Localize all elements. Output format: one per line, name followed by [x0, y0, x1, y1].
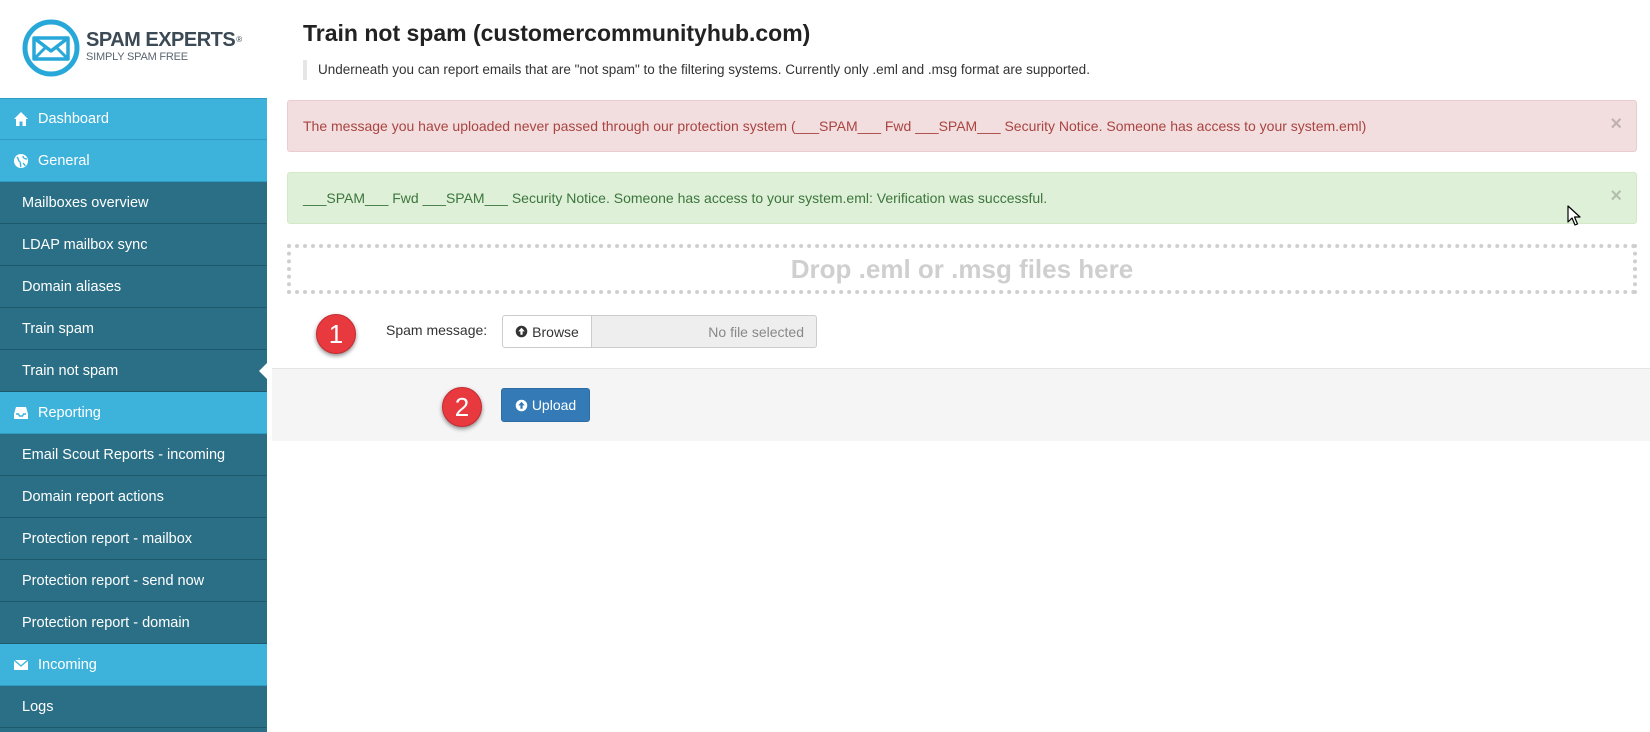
sidebar-item-email-scout-reports[interactable]: Email Scout Reports - incoming	[0, 434, 267, 476]
logo-title: SPAM EXPERTS®	[86, 29, 242, 51]
success-alert: ___SPAM___ Fwd ___SPAM___ Security Notic…	[287, 172, 1637, 224]
file-dropzone[interactable]: Drop .eml or .msg files here	[287, 244, 1637, 294]
sidebar-item-label: General	[38, 152, 90, 169]
sidebar-item-domain-aliases[interactable]: Domain aliases	[0, 266, 267, 308]
step-2-badge: 2	[442, 387, 482, 427]
error-alert: The message you have uploaded never pass…	[287, 100, 1637, 152]
upload-button[interactable]: Upload	[501, 388, 590, 422]
sidebar-item-train-spam[interactable]: Train spam	[0, 308, 267, 350]
sidebar-item-label: Reporting	[38, 404, 101, 421]
sidebar-item-label: Incoming	[38, 656, 97, 673]
upload-circle-icon	[515, 325, 528, 338]
envelope-icon	[12, 656, 30, 674]
sidebar-item-logs[interactable]: Logs	[0, 686, 267, 728]
sidebar-item-label: Email Scout Reports - incoming	[22, 446, 226, 463]
spam-message-label: Spam message:	[386, 322, 488, 338]
sidebar-item-protection-report-send-now[interactable]: Protection report - send now	[0, 560, 267, 602]
sidebar-item-train-not-spam[interactable]: Train not spam	[0, 350, 267, 392]
sidebar-item-general[interactable]: General	[0, 140, 267, 182]
page-description: Underneath you can report emails that ar…	[303, 60, 1090, 80]
sidebar-item-label: Domain aliases	[22, 278, 122, 295]
sidebar-item-reporting[interactable]: Reporting	[0, 392, 267, 434]
logo-tagline: SIMPLY SPAM FREE	[86, 51, 188, 63]
sidebar-item-label: Train not spam	[22, 362, 119, 379]
mouse-cursor-icon	[1567, 205, 1581, 226]
sidebar-item-label: Domain report actions	[22, 488, 164, 505]
sidebar-item-ldap-mailbox-sync[interactable]: LDAP mailbox sync	[0, 224, 267, 266]
sidebar-item-label: Protection report - domain	[22, 614, 190, 631]
file-input-group: Browse No file selected	[502, 315, 817, 348]
main-content: Train not spam (customercommunityhub.com…	[267, 0, 1650, 732]
sidebar-item-label: Protection report - mailbox	[22, 530, 193, 547]
sidebar-item-label: LDAP mailbox sync	[22, 236, 148, 253]
globe-icon	[12, 152, 30, 170]
browse-label: Browse	[532, 323, 579, 340]
sidebar-item-protection-report-mailbox[interactable]: Protection report - mailbox	[0, 518, 267, 560]
sidebar-item-mailboxes-overview[interactable]: Mailboxes overview	[0, 182, 267, 224]
sidebar-nav: Dashboard General Mailboxes overview LDA…	[0, 98, 267, 728]
close-icon[interactable]: ×	[1610, 186, 1622, 206]
browse-button[interactable]: Browse	[502, 315, 592, 348]
success-alert-text: ___SPAM___ Fwd ___SPAM___ Security Notic…	[303, 190, 1048, 206]
error-alert-text: The message you have uploaded never pass…	[303, 118, 1367, 134]
step-1-badge: 1	[316, 314, 356, 354]
sidebar-item-incoming[interactable]: Incoming	[0, 644, 267, 686]
sidebar-item-label: Logs	[22, 698, 54, 715]
logo[interactable]: SPAM EXPERTS® SIMPLY SPAM FREE	[0, 0, 267, 98]
page-title: Train not spam (customercommunityhub.com…	[303, 20, 811, 46]
upload-circle-icon	[515, 399, 528, 412]
logo-text: SPAM EXPERTS® SIMPLY SPAM FREE	[86, 30, 242, 64]
file-name-display[interactable]: No file selected	[592, 315, 817, 348]
sidebar-item-domain-report-actions[interactable]: Domain report actions	[0, 476, 267, 518]
sidebar-item-label: Train spam	[22, 320, 94, 337]
sidebar-item-label: Protection report - send now	[22, 572, 205, 589]
sidebar: SPAM EXPERTS® SIMPLY SPAM FREE Dashboard…	[0, 0, 267, 732]
inbox-icon	[12, 404, 30, 422]
sidebar-item-dashboard[interactable]: Dashboard	[0, 98, 267, 140]
dropzone-text: Drop .eml or .msg files here	[790, 253, 1134, 284]
sidebar-item-protection-report-domain[interactable]: Protection report - domain	[0, 602, 267, 644]
close-icon[interactable]: ×	[1610, 114, 1622, 134]
logo-envelope-icon	[22, 19, 80, 77]
home-icon	[12, 110, 30, 128]
upload-label: Upload	[531, 397, 577, 413]
sidebar-item-label: Mailboxes overview	[22, 194, 149, 211]
sidebar-item-label: Dashboard	[38, 111, 109, 127]
